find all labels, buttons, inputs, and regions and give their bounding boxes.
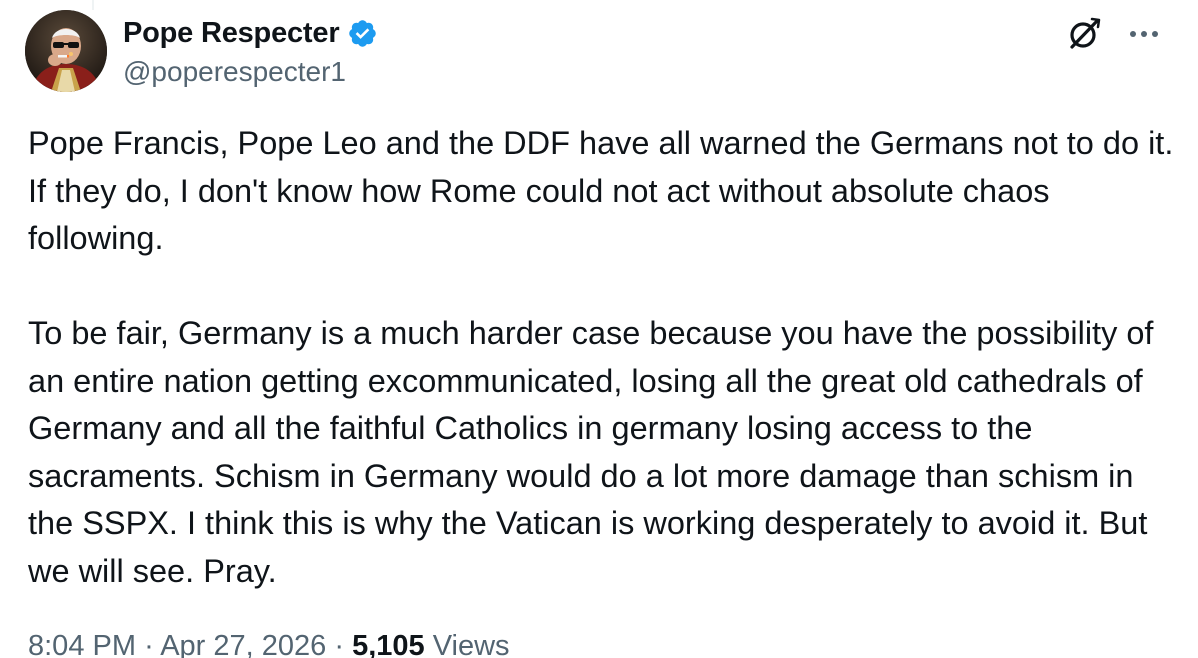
views-count: 5,105 <box>352 630 425 658</box>
tweet-paragraph: Pope Francis, Pope Leo and the DDF have … <box>28 125 1183 256</box>
avatar[interactable] <box>25 10 107 92</box>
views-label: Views <box>432 630 510 658</box>
more-options-icon[interactable] <box>1128 26 1160 37</box>
author-display-name[interactable]: Pope Respecter <box>123 17 340 50</box>
author-name-row: Pope Respecter <box>123 14 378 52</box>
grok-icon[interactable] <box>1064 14 1104 54</box>
meta-separator: · <box>144 630 154 658</box>
tweet-date[interactable]: Apr 27, 2026 <box>160 630 326 658</box>
tweet-card: Pope Respecter @poperespecter1 Pope Fran… <box>0 0 1198 658</box>
tweet-meta: 8:04 PM · Apr 27, 2026 · 5,105 Views <box>28 630 510 658</box>
thread-line <box>92 0 94 10</box>
tweet-paragraph: To be fair, Germany is a much harder cas… <box>28 315 1163 589</box>
tweet-text: Pope Francis, Pope Leo and the DDF have … <box>28 120 1178 595</box>
avatar-image <box>25 10 107 92</box>
author-handle[interactable]: @poperespecter1 <box>123 56 346 88</box>
tweet-time[interactable]: 8:04 PM <box>28 630 136 658</box>
verified-badge-icon[interactable] <box>347 18 378 49</box>
meta-separator: · <box>334 630 345 658</box>
